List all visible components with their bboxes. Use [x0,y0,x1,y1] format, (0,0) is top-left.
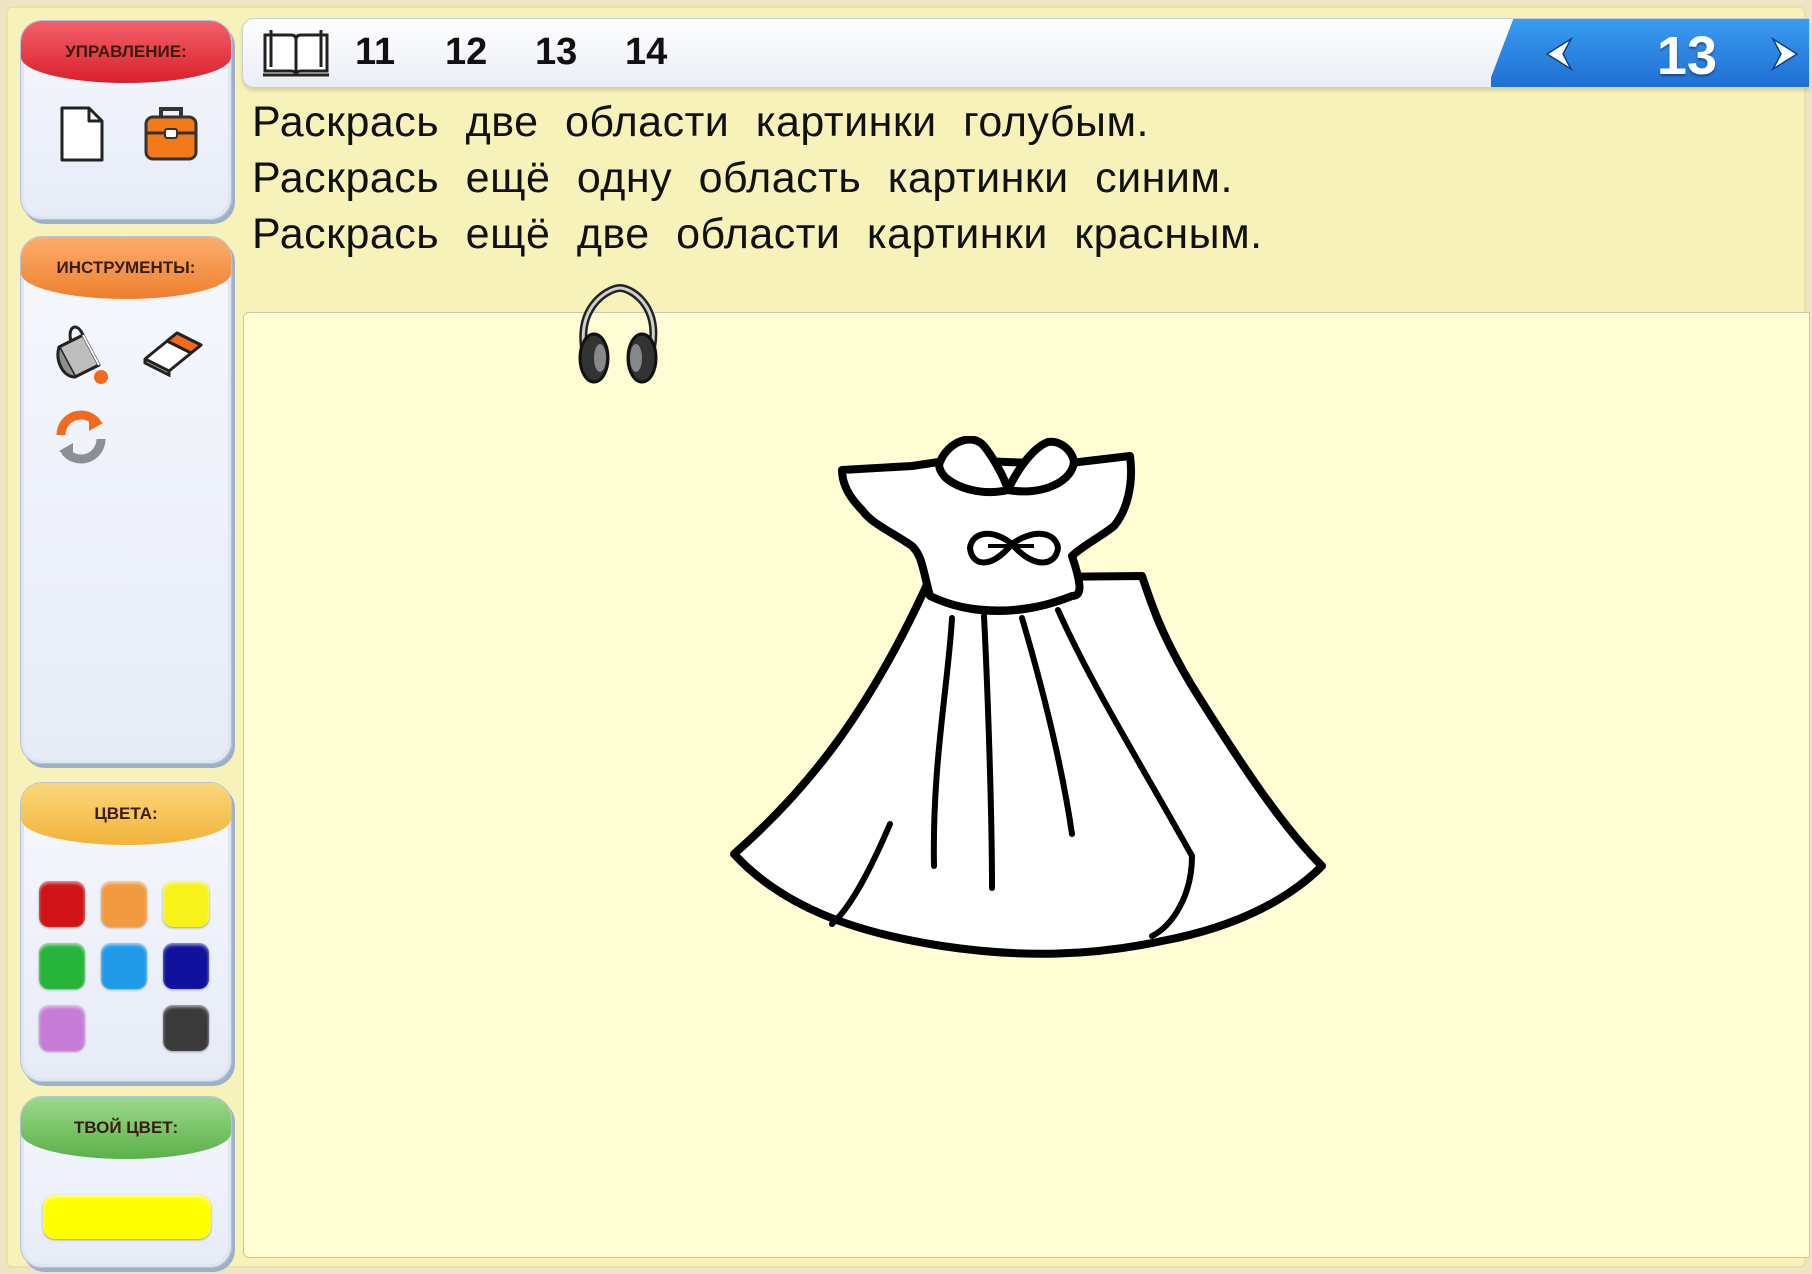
next-arrow-icon[interactable] [1769,36,1801,76]
instruction-line: Раскрась ещё одну область картинки синим… [252,154,1233,202]
colors-panel: ЦВЕТА: [20,782,232,1082]
current-color-panel: ТВОЙ ЦВЕТ: [20,1096,232,1268]
color-swatch[interactable] [39,1005,85,1051]
current-color-panel-title: ТВОЙ ЦВЕТ: [21,1097,231,1159]
colors-panel-title: ЦВЕТА: [21,783,231,845]
color-swatch[interactable] [39,943,85,989]
prev-arrow-icon[interactable] [1543,36,1575,76]
instruction-line: Раскрась ещё две области картинки красны… [252,210,1263,258]
instruction-line: Раскрась две области картинки голубым. [252,98,1149,146]
control-panel: УПРАВЛЕНИЕ: [20,20,232,220]
book-icon[interactable] [261,27,331,84]
color-swatch[interactable] [163,1005,209,1051]
tools-panel: ИНСТРУМЕНТЫ: [20,236,232,764]
color-swatch[interactable] [163,943,209,989]
page-link-11[interactable]: 11 [355,31,395,74]
dress-picture[interactable] [722,435,1442,1041]
page-navigator: 13 [1491,19,1809,87]
headphones-icon[interactable] [570,282,666,391]
refresh-icon[interactable] [49,405,113,474]
tools-panel-title: ИНСТРУМЕНТЫ: [21,237,231,299]
paint-bucket-icon[interactable] [49,317,113,394]
color-swatch[interactable] [39,881,85,927]
eraser-icon[interactable] [139,323,207,382]
current-color-swatch [43,1195,211,1239]
current-page-number: 13 [1656,26,1717,86]
task-instructions: Раскрась две области картинки голубым. Р… [252,94,1263,262]
page-link-12[interactable]: 12 [445,31,487,74]
control-panel-title: УПРАВЛЕНИЕ: [21,21,231,83]
color-swatch[interactable] [101,943,147,989]
page-link-13[interactable]: 13 [535,31,577,74]
top-bar: 11 12 13 14 13 [242,18,1810,88]
page-link-14[interactable]: 14 [625,31,667,74]
color-swatch[interactable] [101,881,147,927]
color-swatch[interactable] [163,881,209,927]
briefcase-icon[interactable] [143,103,199,168]
new-page-icon[interactable] [59,105,105,168]
